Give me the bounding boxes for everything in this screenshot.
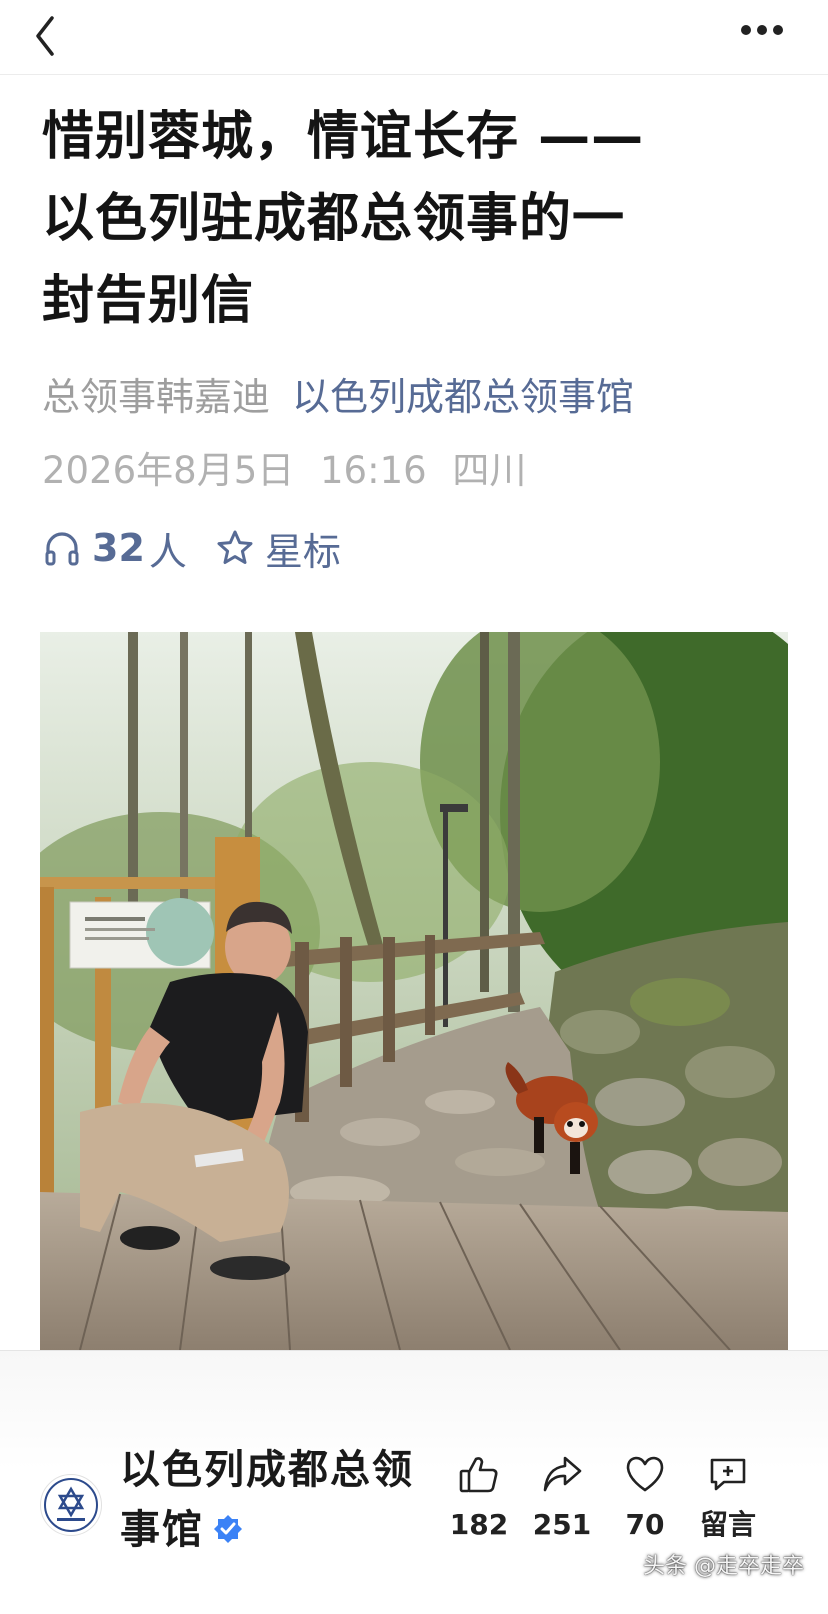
account-name-text: 事馆 [120,1507,204,1553]
verified-badge-icon [212,1502,244,1562]
title-line: 惜别蓉城，情谊长存 —— [42,107,645,167]
publish-date: 2026年8月5日 [42,449,295,492]
like-button[interactable]: 182 [434,1452,524,1546]
article-actions-row: 32 人 星标 [42,522,369,574]
share-icon [543,1456,582,1492]
more-horizontal-icon [741,25,783,35]
account-name-line: 以色列成都总领 [120,1447,414,1493]
comment-label: 留言 [699,1508,756,1541]
favorite-count: 70 [625,1508,665,1541]
title-line: 以色列驻成都总领事的一 [42,189,626,249]
share-button[interactable]: 251 [517,1452,607,1546]
byline: 总领事韩嘉迪 以色列成都总领事馆 [42,372,634,422]
share-count: 251 [532,1508,592,1541]
like-count: 182 [449,1508,509,1541]
account-link[interactable]: 以色列成都总领事馆 [292,375,634,419]
listen-unit: 人 [148,529,187,574]
account-avatar[interactable] [40,1474,102,1536]
photo-image [40,632,788,1350]
more-button[interactable] [738,22,786,38]
star-icon [217,530,253,564]
title-line: 封告别信 [42,271,255,331]
star-button[interactable]: 星标 [215,521,341,576]
star-label: 星标 [264,529,341,574]
bottom-account-name[interactable]: 以色列成都总领 事馆 [120,1440,430,1562]
thumbs-up-icon [459,1457,498,1493]
publish-info: 2026年8月5日 16:16 四川 [42,446,540,496]
watermark: 头条 @走卒走卒 [643,1554,804,1579]
heart-icon [626,1456,664,1492]
headphones-icon [45,532,79,566]
comment-button[interactable]: 留言 [683,1452,773,1546]
favorite-button[interactable]: 70 [600,1452,690,1546]
article-photo[interactable] [40,632,788,1350]
publish-time: 16:16 [320,449,427,492]
chevron-left-icon [36,16,54,56]
publish-location: 四川 [452,449,527,492]
consulate-emblem-icon [44,1478,98,1532]
listen-button[interactable]: 32 人 [42,521,187,576]
comment-add-icon [710,1458,746,1491]
back-button[interactable] [30,8,66,56]
author-name: 总领事韩嘉迪 [42,375,271,419]
account-name-line-2: 事馆 [120,1500,430,1562]
article-title: 惜别蓉城，情谊长存 —— 以色列驻成都总领事的一 封告别信 [42,96,782,342]
listen-count: 32 [92,526,145,570]
top-nav-bar [0,0,828,75]
